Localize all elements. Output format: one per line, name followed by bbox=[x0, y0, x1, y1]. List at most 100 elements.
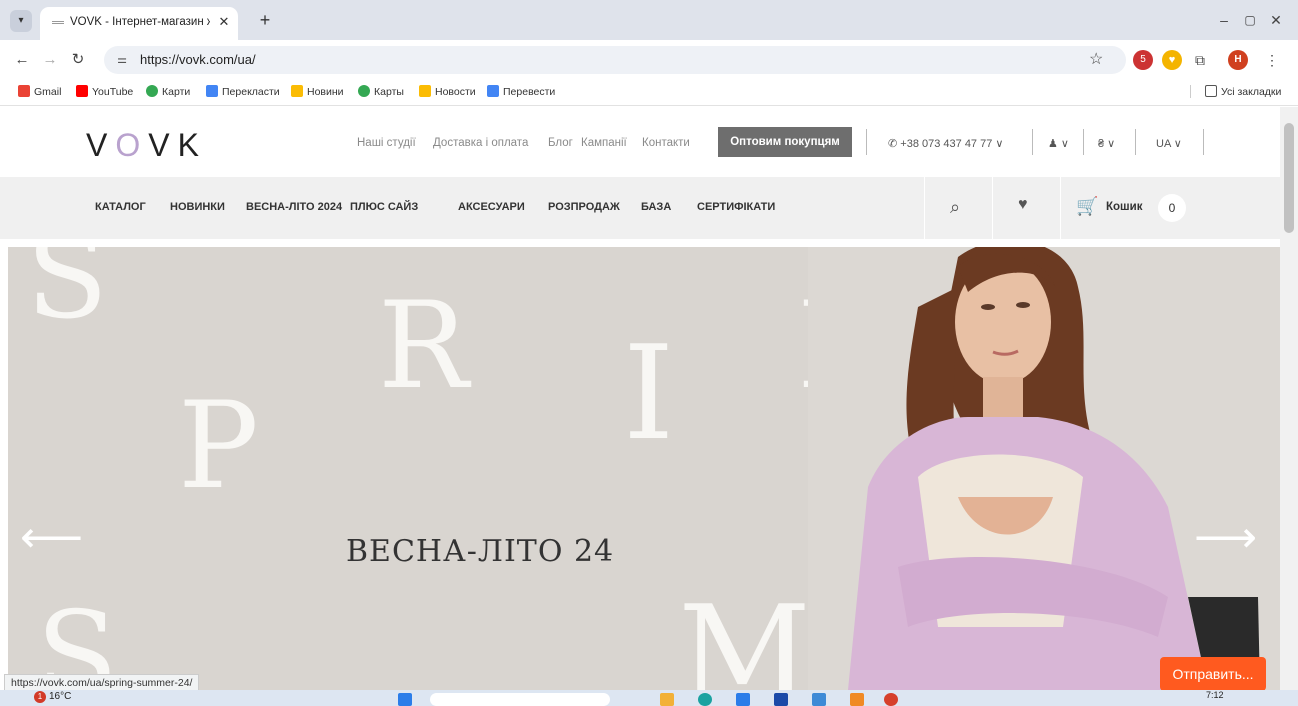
weather-widget[interactable]: 1 16°C bbox=[34, 691, 71, 703]
bookmark-news-ru[interactable]: Новости bbox=[419, 85, 476, 98]
edge-icon[interactable] bbox=[698, 693, 712, 706]
extension-heart-icon[interactable]: ♥ bbox=[1162, 50, 1182, 70]
currency-dropdown[interactable]: ₴ ∨ bbox=[1098, 137, 1115, 150]
link-blog[interactable]: Блог bbox=[548, 137, 573, 149]
browser-tab[interactable]: VOVK - Інтернет-магазин жіно ✕ bbox=[40, 7, 238, 40]
chevron-down-icon: ∨ bbox=[1057, 138, 1069, 150]
nav-sale[interactable]: РОЗПРОДАЖ bbox=[548, 201, 620, 213]
divider bbox=[1203, 129, 1204, 155]
bookmark-gmail[interactable]: Gmail bbox=[18, 85, 61, 98]
favicon-icon bbox=[52, 21, 64, 24]
windows-taskbar: 1 16°C 7:12 bbox=[0, 690, 1298, 706]
chevron-down-icon: ∨ bbox=[1104, 138, 1116, 150]
hero-title[interactable]: ВЕСНА-ЛІТО 24 bbox=[346, 534, 614, 569]
phone-dropdown[interactable]: ✆ +38 073 437 47 77 ∨ bbox=[888, 137, 1003, 150]
extension-icon[interactable]: 5 bbox=[1133, 50, 1153, 70]
link-contacts[interactable]: Контакти bbox=[642, 137, 690, 149]
nav-certificates[interactable]: СЕРТИФІКАТИ bbox=[697, 201, 775, 213]
vovk-logo[interactable]: VOVK bbox=[86, 127, 207, 164]
hero-letter: M bbox=[678, 577, 812, 690]
cart-label[interactable]: Кошик bbox=[1106, 201, 1142, 213]
bookmark-maps-ru[interactable]: Карты bbox=[358, 85, 404, 98]
divider bbox=[1032, 129, 1033, 155]
nav-plus-size[interactable]: ПЛЮС САЙЗ bbox=[350, 201, 418, 213]
link-campaigns[interactable]: Кампанії bbox=[581, 137, 627, 149]
tab-close-icon[interactable]: ✕ bbox=[216, 14, 232, 30]
account-dropdown[interactable]: ♟ ∨ bbox=[1048, 137, 1069, 150]
scrollbar-thumb[interactable] bbox=[1284, 123, 1294, 233]
divider bbox=[992, 177, 993, 239]
address-bar[interactable]: ⚌ https://vovk.com/ua/ ☆ bbox=[104, 46, 1126, 74]
bookmark-youtube[interactable]: YouTube bbox=[76, 85, 133, 98]
nav-spring-summer[interactable]: ВЕСНА-ЛІТО 2024 bbox=[246, 201, 342, 213]
file-explorer-icon[interactable] bbox=[660, 693, 674, 706]
bookmark-maps[interactable]: Карти bbox=[146, 85, 190, 98]
store-icon[interactable] bbox=[736, 693, 750, 706]
chrome-icon[interactable] bbox=[884, 693, 898, 706]
divider bbox=[924, 177, 925, 239]
weather-badge: 1 bbox=[34, 691, 46, 703]
news-icon bbox=[419, 85, 431, 97]
translate-icon bbox=[487, 85, 499, 97]
link-studios[interactable]: Наші студії bbox=[357, 137, 416, 149]
cart-icon[interactable]: 🛒 bbox=[1076, 196, 1098, 217]
page-scrollbar[interactable] bbox=[1280, 107, 1298, 690]
reload-icon[interactable]: ↻ bbox=[68, 50, 88, 70]
divider bbox=[1135, 129, 1136, 155]
nav-catalog[interactable]: КАТАЛОГ bbox=[95, 201, 146, 213]
tab-title: VOVK - Інтернет-магазин жіно bbox=[70, 16, 210, 28]
url-text[interactable]: https://vovk.com/ua/ bbox=[140, 52, 256, 67]
new-tab-button[interactable]: + bbox=[255, 11, 275, 29]
start-icon[interactable] bbox=[398, 693, 412, 706]
nav-accessories[interactable]: АКСЕСУАРИ bbox=[458, 201, 525, 213]
divider bbox=[1083, 129, 1084, 155]
word-icon[interactable] bbox=[774, 693, 788, 706]
bookmark-star-icon[interactable]: ☆ bbox=[1089, 49, 1103, 69]
wholesale-button[interactable]: Оптовим покупцям bbox=[718, 127, 852, 157]
hero-banner[interactable]: S R I N G P S M ВЕСНА-ЛІТО 24 ⟵ ⟶ bbox=[8, 247, 1280, 690]
nav-new[interactable]: НОВИНКИ bbox=[170, 201, 225, 213]
all-bookmarks[interactable]: Усі закладки bbox=[1190, 85, 1281, 98]
hero-letter: P bbox=[178, 377, 259, 516]
more-menu-icon[interactable]: ⋮ bbox=[1262, 50, 1282, 70]
chevron-down-icon: ∨ bbox=[992, 138, 1004, 150]
forward-arrow-icon[interactable]: → bbox=[40, 50, 60, 70]
model-photo bbox=[808, 247, 1280, 690]
send-widget-button[interactable]: Отправить... bbox=[1160, 657, 1266, 691]
search-icon[interactable]: ⌕ bbox=[950, 197, 960, 218]
language-dropdown[interactable]: UA ∨ bbox=[1156, 137, 1182, 150]
chevron-down-icon: ∨ bbox=[1170, 138, 1182, 150]
taskbar-search-box[interactable] bbox=[430, 693, 610, 706]
taskbar-clock[interactable]: 7:12 bbox=[1206, 690, 1224, 700]
browser-toolbar: ← → ↻ ⚌ https://vovk.com/ua/ ☆ 5 ♥ ⧉ H ⋮ bbox=[0, 40, 1298, 80]
youtube-icon bbox=[76, 85, 88, 97]
bookmark-translate-ru[interactable]: Перевести bbox=[487, 85, 555, 98]
carousel-next-arrow-icon[interactable]: ⟶ bbox=[1194, 512, 1257, 563]
minimize-button[interactable]: – bbox=[1214, 10, 1234, 30]
carousel-prev-arrow-icon[interactable]: ⟵ bbox=[20, 512, 83, 563]
bookmarks-bar: Gmail YouTube Карти Перекласти Новини Ка… bbox=[0, 80, 1298, 106]
folder-icon bbox=[1205, 85, 1217, 97]
site-header: VOVK Наші студії Доставка і оплата Блог … bbox=[0, 107, 1280, 177]
nav-basics[interactable]: БАЗА bbox=[641, 201, 671, 213]
divider bbox=[866, 129, 867, 155]
app-icon[interactable] bbox=[850, 693, 864, 706]
bookmark-translate[interactable]: Перекласти bbox=[206, 85, 280, 98]
site-settings-icon[interactable]: ⚌ bbox=[114, 52, 130, 68]
hero-letter: I bbox=[623, 317, 675, 469]
profile-avatar[interactable]: H bbox=[1228, 50, 1248, 70]
gmail-icon bbox=[18, 85, 30, 97]
back-arrow-icon[interactable]: ← bbox=[12, 50, 32, 70]
mail-icon[interactable] bbox=[812, 693, 826, 706]
extension-badge: 5 bbox=[1140, 54, 1146, 65]
wishlist-heart-icon[interactable]: ♥ bbox=[1018, 196, 1028, 214]
restore-button[interactable]: ▢ bbox=[1240, 10, 1260, 30]
tab-strip: ▾ VOVK - Інтернет-магазин жіно ✕ + – ▢ ✕ bbox=[0, 0, 1298, 40]
news-icon bbox=[291, 85, 303, 97]
category-nav: КАТАЛОГ НОВИНКИ ВЕСНА-ЛІТО 2024 ПЛЮС САЙ… bbox=[0, 177, 1280, 239]
close-window-button[interactable]: ✕ bbox=[1266, 10, 1286, 30]
tab-search-button[interactable]: ▾ bbox=[10, 10, 32, 32]
link-delivery[interactable]: Доставка і оплата bbox=[433, 137, 528, 149]
bookmark-news[interactable]: Новини bbox=[291, 85, 344, 98]
extensions-puzzle-icon[interactable]: ⧉ bbox=[1190, 50, 1210, 70]
